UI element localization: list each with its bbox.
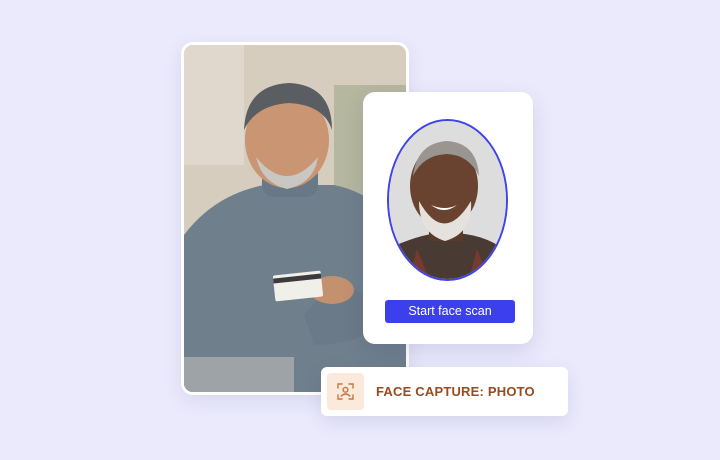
- face-scan-portrait: [389, 121, 506, 279]
- start-face-scan-button[interactable]: Start face scan: [385, 300, 515, 323]
- face-scan-icon-box: [327, 373, 364, 410]
- face-scan-icon: [337, 383, 354, 400]
- face-scan-frame: [387, 119, 508, 281]
- face-scan-card: Start face scan: [363, 92, 533, 344]
- face-capture-card: FACE CAPTURE: PHOTO: [321, 367, 568, 416]
- face-capture-label: FACE CAPTURE: PHOTO: [376, 384, 535, 399]
